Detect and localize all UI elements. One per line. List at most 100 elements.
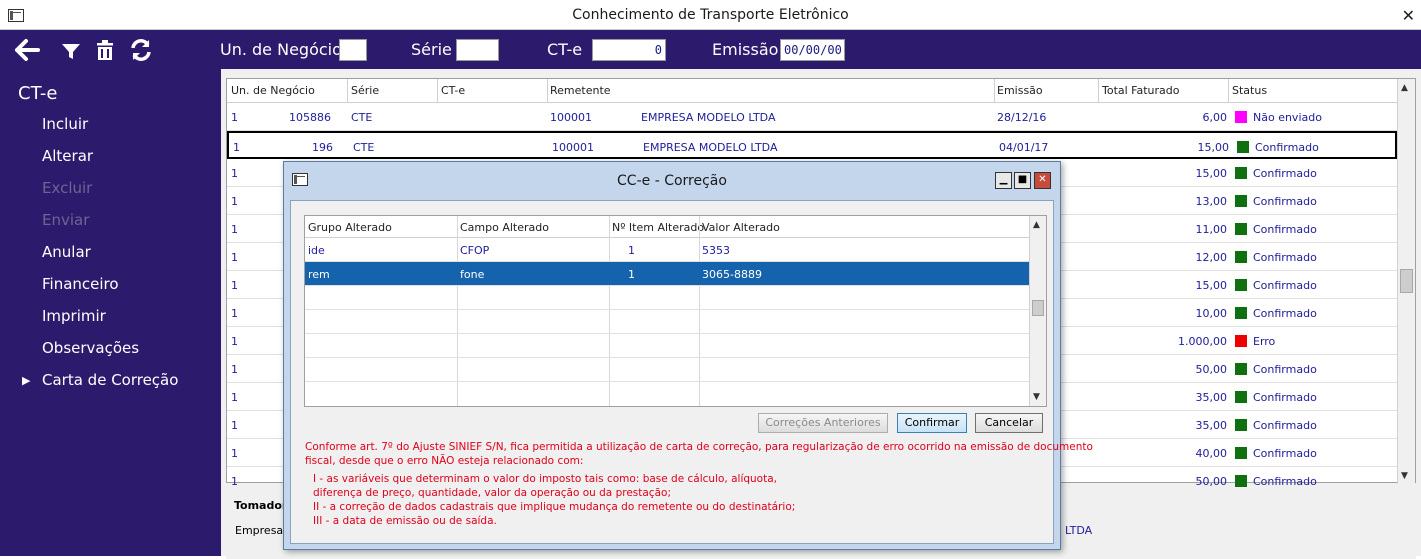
tomador-label: Tomador (234, 499, 288, 512)
empty-row[interactable] (305, 382, 1029, 406)
cell-total: 35,00 (1195, 391, 1228, 404)
empresa-label: Empresa (235, 524, 284, 537)
cell-status: Confirmado (1235, 447, 1317, 460)
cell-total: 40,00 (1195, 447, 1228, 460)
status-text: Confirmado (1253, 251, 1317, 264)
expand-arrow-icon[interactable]: ▶ (22, 374, 30, 387)
dialog-title: CC-e - Correção (617, 173, 727, 189)
status-color-square (1235, 419, 1247, 431)
cell-grupo: ide (308, 244, 325, 257)
empty-row[interactable] (305, 286, 1029, 310)
scroll-up-icon[interactable]: ▲ (1401, 83, 1408, 93)
col-header-grupo[interactable]: Grupo Alterado (308, 221, 392, 234)
cce-dialog: CC-e - Correção ▁ ■ ✕ Grupo Alterado Cam… (283, 161, 1093, 550)
refresh-icon[interactable] (128, 38, 154, 62)
cell-status: Não enviado (1235, 111, 1322, 124)
status-color-square (1235, 363, 1247, 375)
cell-total: 15,00 (1195, 279, 1228, 292)
col-header-total[interactable]: Total Faturado (1102, 84, 1180, 97)
scroll-down-icon[interactable]: ▼ (1033, 392, 1040, 402)
scroll-up-icon[interactable]: ▲ (1033, 220, 1040, 230)
serie-label: Série (411, 40, 452, 59)
cell-valor: 3065-8889 (702, 268, 762, 281)
serie-input[interactable] (456, 39, 499, 61)
empty-row[interactable] (305, 358, 1029, 382)
table-row-selected[interactable]: 1 CTE 196 100001 EMPRESA MODELO LTDA 04/01/17… (227, 131, 1397, 159)
status-text: Confirmado (1253, 279, 1317, 292)
cell-emissao: 28/12/16 (997, 111, 1047, 124)
emissao-input[interactable]: 00/00/00 (780, 39, 845, 61)
col-header-status[interactable]: Status (1232, 84, 1267, 97)
col-header-campo[interactable]: Campo Alterado (460, 221, 549, 234)
sidebar-item-financeiro[interactable]: Financeiro (42, 275, 119, 293)
minimize-icon[interactable]: ▁ (995, 172, 1012, 189)
legal-note-line: III - a data de emissão ou de saída. (313, 515, 497, 527)
cell-status: Confirmado (1235, 251, 1317, 264)
col-header-un-negocio[interactable]: Un. de Negócio (231, 84, 315, 97)
cell-serie: CTE (353, 141, 375, 154)
correction-row-selected[interactable]: rem fone 1 3065-8889 (305, 262, 1029, 286)
sidebar-item-excluir[interactable]: Excluir (42, 179, 92, 197)
window-close-button[interactable]: ✕ (1402, 6, 1415, 25)
scroll-down-icon[interactable]: ▼ (1401, 471, 1408, 481)
empty-row[interactable] (305, 310, 1029, 334)
col-header-item[interactable]: Nº Item Alterado (612, 221, 704, 234)
cell-un: 1 (231, 195, 238, 208)
sidebar-item-enviar[interactable]: Enviar (42, 211, 89, 229)
status-color-square (1235, 251, 1247, 263)
cell-total: 13,00 (1195, 195, 1228, 208)
status-color-square (1235, 335, 1247, 347)
sidebar-item-imprimir[interactable]: Imprimir (42, 307, 106, 325)
sidebar-item-observacoes[interactable]: Observações (42, 339, 139, 357)
correcoes-anteriores-button[interactable]: Correções Anteriores (758, 413, 888, 433)
trash-icon[interactable] (92, 38, 118, 62)
empty-row[interactable] (305, 334, 1029, 358)
cell-cte: 105886 (289, 111, 331, 124)
status-text: Não enviado (1253, 111, 1322, 124)
scroll-thumb[interactable] (1400, 269, 1413, 293)
maximize-icon[interactable]: ■ (1014, 172, 1031, 189)
cell-total: 15,00 (1195, 167, 1228, 180)
cell-campo: fone (460, 268, 485, 281)
col-header-remetente[interactable]: Remetente (550, 84, 611, 97)
correction-row[interactable]: ide CFOP 1 5353 (305, 238, 1029, 262)
cell-un: 1 (231, 251, 238, 264)
cte-input[interactable]: 0 (592, 39, 666, 61)
sidebar-item-incluir[interactable]: Incluir (42, 115, 88, 133)
legal-note-line: diferença de preço, quantidade, valor da… (313, 487, 671, 499)
scroll-thumb[interactable] (1032, 300, 1044, 316)
sidebar-item-carta-correcao[interactable]: Carta de Correção (42, 371, 178, 389)
col-header-cte[interactable]: CT-e (441, 84, 465, 97)
grid-scrollbar[interactable]: ▲ ▼ (1397, 79, 1415, 484)
cell-status: Confirmado (1235, 391, 1317, 404)
cancelar-button[interactable]: Cancelar (975, 413, 1043, 433)
cell-status: Confirmado (1235, 223, 1317, 236)
cell-rem-name: EMPRESA MODELO LTDA (641, 111, 776, 124)
status-color-square (1235, 167, 1247, 179)
sidebar-item-anular[interactable]: Anular (42, 243, 91, 261)
filter-icon[interactable] (58, 38, 84, 62)
un-negocio-input[interactable] (339, 39, 367, 61)
col-header-valor[interactable]: Valor Alterado (702, 221, 780, 234)
cell-status: Confirmado (1235, 475, 1317, 488)
cell-un: 1 (231, 223, 238, 236)
cell-serie: CTE (351, 111, 373, 124)
status-text: Confirmado (1253, 195, 1317, 208)
col-header-serie[interactable]: Série (351, 84, 379, 97)
confirmar-button[interactable]: Confirmar (897, 413, 967, 433)
cell-status: Erro (1235, 335, 1275, 348)
sidebar-item-alterar[interactable]: Alterar (42, 147, 93, 165)
corrections-scrollbar[interactable]: ▲ ▼ (1029, 216, 1046, 406)
col-header-emissao[interactable]: Emissão (997, 84, 1043, 97)
status-color-square (1235, 391, 1247, 403)
table-row[interactable]: 1 CTE 105886 100001 EMPRESA MODELO LTDA 28/12… (227, 103, 1397, 131)
legal-note-line: II - a correção de dados cadastrais que … (313, 501, 796, 513)
cell-un: 1 (231, 335, 238, 348)
cell-valor: 5353 (702, 244, 730, 257)
cell-total: 35,00 (1195, 419, 1228, 432)
dialog-close-icon[interactable]: ✕ (1034, 172, 1051, 189)
dialog-titlebar: CC-e - Correção ▁ ■ ✕ (284, 162, 1060, 198)
back-arrow-icon[interactable] (14, 38, 40, 62)
cell-rem-code: 100001 (550, 111, 592, 124)
dialog-body: Grupo Alterado Campo Alterado Nº Item Al… (290, 200, 1093, 544)
